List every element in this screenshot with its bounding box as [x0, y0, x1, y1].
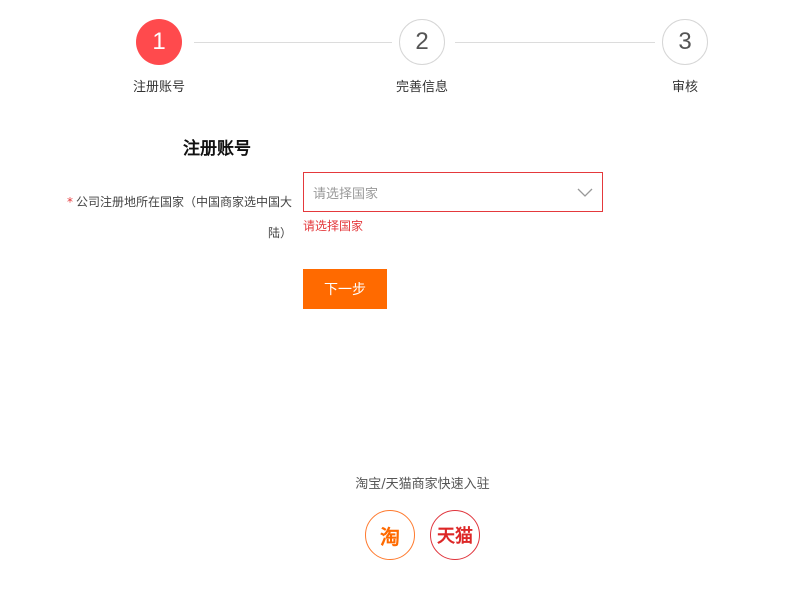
taobao-entry-button[interactable]: 淘 — [365, 510, 415, 560]
step-2-number: 2 — [415, 28, 429, 55]
step-connector-1 — [194, 42, 392, 43]
quick-entry-title: 淘宝/天猫商家快速入驻 — [355, 477, 490, 492]
step-connector-2 — [455, 42, 655, 43]
tmall-entry-button[interactable]: 天猫 — [430, 510, 480, 560]
country-error-message: 请选择国家 — [303, 219, 364, 233]
step-2-label: 完善信息 — [395, 80, 448, 95]
country-label-line2: 陆） — [267, 226, 292, 240]
step-3-number: 3 — [678, 28, 692, 55]
form-title: 注册账号 — [183, 139, 251, 159]
step-3-circle: 3 — [662, 19, 708, 65]
step-1-circle: 1 — [136, 19, 182, 65]
country-select[interactable]: 请选择国家 — [303, 172, 603, 212]
taobao-icon: 淘 — [380, 524, 400, 549]
step-1-label: 注册账号 — [132, 80, 185, 95]
chevron-down-icon — [577, 188, 593, 197]
country-label-line1: 公司注册地所在国家（中国商家选中国大 — [75, 195, 292, 209]
next-step-button[interactable]: 下一步 — [303, 269, 387, 309]
step-1-number: 1 — [152, 28, 166, 55]
step-3-label: 审核 — [671, 80, 698, 95]
tmall-icon: 天猫 — [437, 526, 473, 547]
country-field-label: * 公司注册地所在国家（中国商家选中国大 陆） — [60, 182, 292, 243]
step-2-circle: 2 — [399, 19, 445, 65]
country-select-placeholder: 请选择国家 — [313, 186, 379, 202]
required-mark: * — [66, 195, 73, 209]
